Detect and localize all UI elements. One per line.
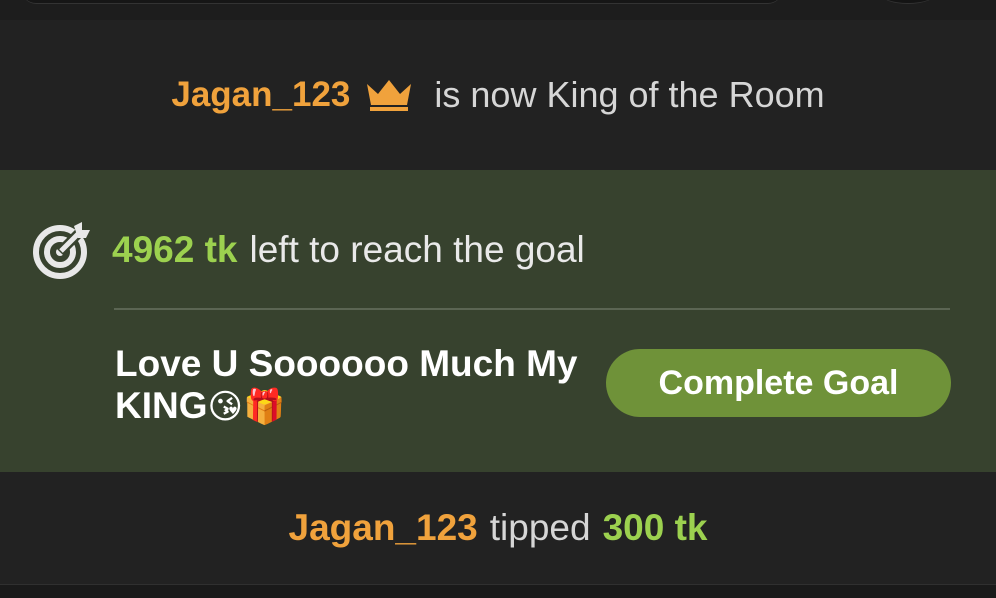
- goal-title-text: Love U Soooooo Much My KING: [115, 343, 578, 426]
- divider: [114, 308, 950, 310]
- king-username[interactable]: Jagan_123: [171, 75, 350, 115]
- goal-text: 4962 tk left to reach the goal: [112, 229, 585, 271]
- complete-goal-button[interactable]: Complete Goal: [606, 349, 951, 417]
- goal-message: left to reach the goal: [249, 229, 585, 270]
- goal-title-emojis: 😘🎁: [207, 388, 286, 426]
- goal-title: Love U Soooooo Much My KING😘🎁: [115, 343, 595, 428]
- king-message: is now King of the Room: [434, 74, 825, 115]
- goal-panel: 4962 tk left to reach the goal Love U Soo…: [0, 170, 996, 472]
- chat-feed: Jagan_123 is now King of the Room 4962 t…: [0, 0, 996, 598]
- king-notice: Jagan_123 is now King of the Room: [0, 20, 996, 170]
- input-bar-edge: [22, 0, 782, 4]
- tip-verb: tipped: [489, 507, 591, 548]
- tip-amount: 300 tk: [602, 507, 708, 548]
- tip-notice: Jagan_123 tipped 300 tk: [0, 472, 996, 584]
- goal-progress: 4962 tk left to reach the goal: [32, 220, 585, 280]
- goal-amount: 4962 tk: [112, 229, 238, 270]
- target-icon: [33, 222, 90, 279]
- tip-username[interactable]: Jagan_123: [289, 507, 478, 549]
- crown-icon: [367, 80, 412, 111]
- previous-message-edge: [0, 0, 996, 20]
- avatar-edge: [880, 0, 936, 4]
- next-message-edge: [0, 584, 996, 598]
